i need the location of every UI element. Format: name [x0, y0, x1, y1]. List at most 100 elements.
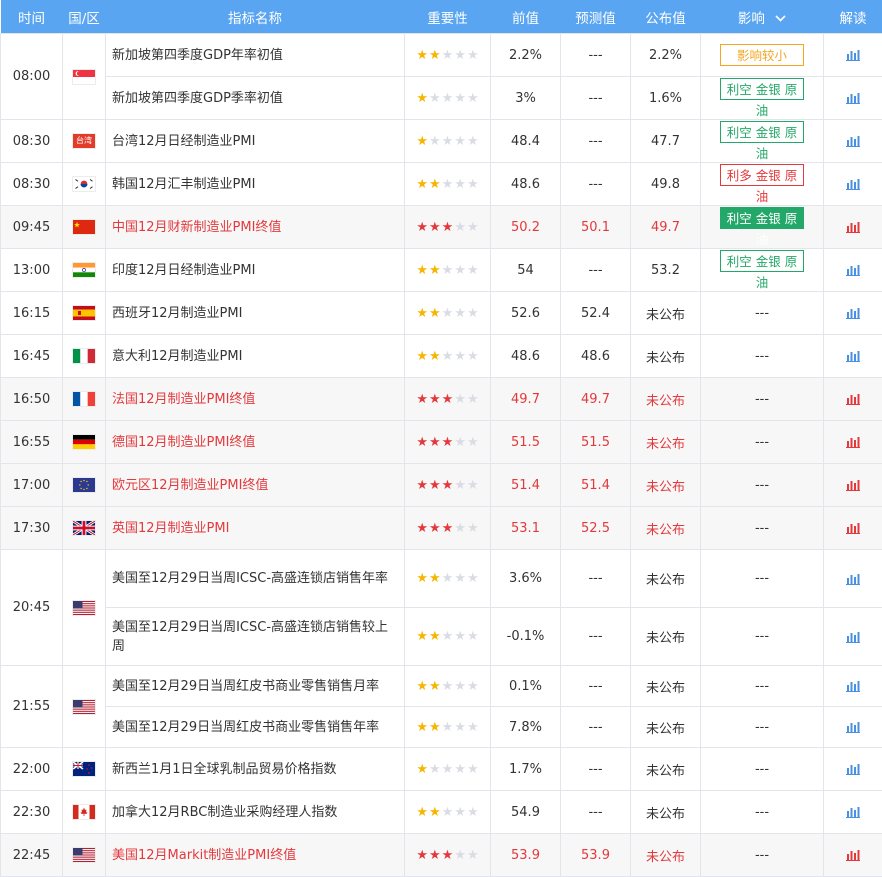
analysis-button[interactable] [824, 421, 882, 464]
previous-value: 7.8% [491, 707, 561, 748]
time-text: 20:45 [13, 600, 50, 615]
importance-cell: ★★★★★ [405, 292, 491, 335]
importance-cell: ★★★★★ [405, 206, 491, 249]
star-icon: ★ [429, 220, 441, 235]
indicator-name[interactable]: 美国至12月29日当周红皮书商业零售销售年率 [106, 707, 405, 748]
star-icon: ★ [454, 220, 466, 235]
analysis-button[interactable] [824, 34, 882, 77]
indicator-name[interactable]: 印度12月日经制造业PMI [106, 249, 405, 292]
star-icon: ★ [416, 48, 428, 63]
impact-badge: 利多 金银 原油 [720, 164, 804, 186]
bar-chart-icon [846, 178, 860, 190]
indicator-name[interactable]: 德国12月制造业PMI终值 [106, 421, 405, 464]
analysis-button[interactable] [824, 834, 882, 877]
analysis-button[interactable] [824, 335, 882, 378]
indicator-name[interactable]: 新加坡第四季度GDP季率初值 [106, 77, 405, 120]
analysis-button[interactable] [824, 608, 882, 666]
previous-value-text: 54.9 [511, 805, 540, 820]
star-icon: ★ [467, 349, 479, 364]
star-icon: ★ [442, 571, 454, 586]
indicator-name[interactable]: 新西兰1月1日全球乳制品贸易价格指数 [106, 748, 405, 791]
time-text: 16:50 [13, 392, 50, 407]
indicator-name[interactable]: 欧元区12月制造业PMI终值 [106, 464, 405, 507]
forecast-value-text: 50.1 [581, 220, 610, 235]
star-icon: ★ [416, 720, 428, 735]
table-row: 22:45美国12月Markit制造业PMI终值★★★★★53.953.9未公布… [1, 834, 882, 877]
indicator-name-text: 欧元区12月制造业PMI终值 [112, 478, 268, 493]
indicator-name-text: 美国至12月29日当周ICSC-高盛连锁店销售较上周 [112, 620, 388, 654]
analysis-button[interactable] [824, 163, 882, 206]
star-icon: ★ [429, 629, 441, 644]
indicator-name[interactable]: 意大利12月制造业PMI [106, 335, 405, 378]
indicator-name[interactable]: 加拿大12月RBC制造业采购经理人指数 [106, 791, 405, 834]
impact-cell: 利空 金银 原油 [701, 206, 824, 249]
indicator-name-text: 美国至12月29日当周ICSC-高盛连锁店销售年率 [112, 571, 388, 586]
star-icon: ★ [442, 134, 454, 149]
header-impact-dropdown[interactable]: 影响 [701, 0, 824, 34]
star-icon: ★ [442, 762, 454, 777]
importance-cell: ★★★★★ [405, 834, 491, 877]
indicator-name[interactable]: 中国12月财新制造业PMI终值 [106, 206, 405, 249]
star-icon: ★ [467, 679, 479, 694]
impact-cell: --- [701, 507, 824, 550]
indicator-name[interactable]: 英国12月制造业PMI [106, 507, 405, 550]
importance-stars: ★★★★★ [416, 220, 478, 235]
indicator-name[interactable]: 美国12月Markit制造业PMI终值 [106, 834, 405, 877]
star-icon: ★ [454, 392, 466, 407]
flag-tw-icon: 台湾 [72, 133, 96, 149]
actual-value: 未公布 [631, 507, 701, 550]
time-cell: 22:45 [1, 834, 63, 877]
analysis-button[interactable] [824, 550, 882, 608]
time-cell: 17:30 [1, 507, 63, 550]
time-cell: 20:45 [1, 550, 63, 666]
table-row: 新加坡第四季度GDP季率初值★★★★★3%---1.6%利空 金银 原油 [1, 77, 882, 120]
time-text: 09:45 [13, 220, 50, 235]
previous-value-text: 2.2% [509, 48, 542, 63]
indicator-name[interactable]: 新加坡第四季度GDP年率初值 [106, 34, 405, 77]
star-icon: ★ [454, 679, 466, 694]
analysis-button[interactable] [824, 464, 882, 507]
indicator-name[interactable]: 美国至12月29日当周ICSC-高盛连锁店销售较上周 [106, 608, 405, 666]
analysis-button[interactable] [824, 791, 882, 834]
impact-text: --- [755, 521, 769, 536]
indicator-name[interactable]: 法国12月制造业PMI终值 [106, 378, 405, 421]
analysis-button[interactable] [824, 120, 882, 163]
actual-value: 未公布 [631, 608, 701, 666]
indicator-name[interactable]: 美国至12月29日当周ICSC-高盛连锁店销售年率 [106, 550, 405, 608]
analysis-button[interactable] [824, 249, 882, 292]
indicator-name[interactable]: 韩国12月汇丰制造业PMI [106, 163, 405, 206]
importance-stars: ★★★★★ [416, 91, 478, 106]
star-icon: ★ [416, 521, 428, 536]
importance-stars: ★★★★★ [416, 134, 478, 149]
star-icon: ★ [442, 805, 454, 820]
economic-calendar-table: 时间 国/区 指标名称 重要性 前值 预测值 公布值 影响 解读 08:00新加… [0, 0, 882, 877]
star-icon: ★ [467, 91, 479, 106]
star-icon: ★ [454, 571, 466, 586]
importance-stars: ★★★★★ [416, 848, 478, 863]
star-icon: ★ [429, 571, 441, 586]
impact-cell: --- [701, 791, 824, 834]
importance-cell: ★★★★★ [405, 550, 491, 608]
importance-cell: ★★★★★ [405, 163, 491, 206]
analysis-button[interactable] [824, 378, 882, 421]
forecast-value: --- [561, 163, 631, 206]
flag-nz-icon [72, 761, 96, 777]
flag-eu-icon [72, 477, 96, 493]
indicator-name[interactable]: 美国至12月29日当周红皮书商业零售销售月率 [106, 666, 405, 707]
indicator-name[interactable]: 西班牙12月制造业PMI [106, 292, 405, 335]
actual-value: 1.6% [631, 77, 701, 120]
analysis-button[interactable] [824, 666, 882, 707]
analysis-button[interactable] [824, 707, 882, 748]
importance-cell: ★★★★★ [405, 608, 491, 666]
forecast-value-text: --- [588, 720, 602, 735]
indicator-name[interactable]: 台湾12月日经制造业PMI [106, 120, 405, 163]
star-icon: ★ [429, 263, 441, 278]
forecast-value-text: --- [588, 679, 602, 694]
analysis-button[interactable] [824, 748, 882, 791]
analysis-button[interactable] [824, 77, 882, 120]
indicator-name-text: 美国12月Markit制造业PMI终值 [112, 848, 296, 863]
analysis-button[interactable] [824, 206, 882, 249]
analysis-button[interactable] [824, 292, 882, 335]
analysis-button[interactable] [824, 507, 882, 550]
importance-cell: ★★★★★ [405, 707, 491, 748]
